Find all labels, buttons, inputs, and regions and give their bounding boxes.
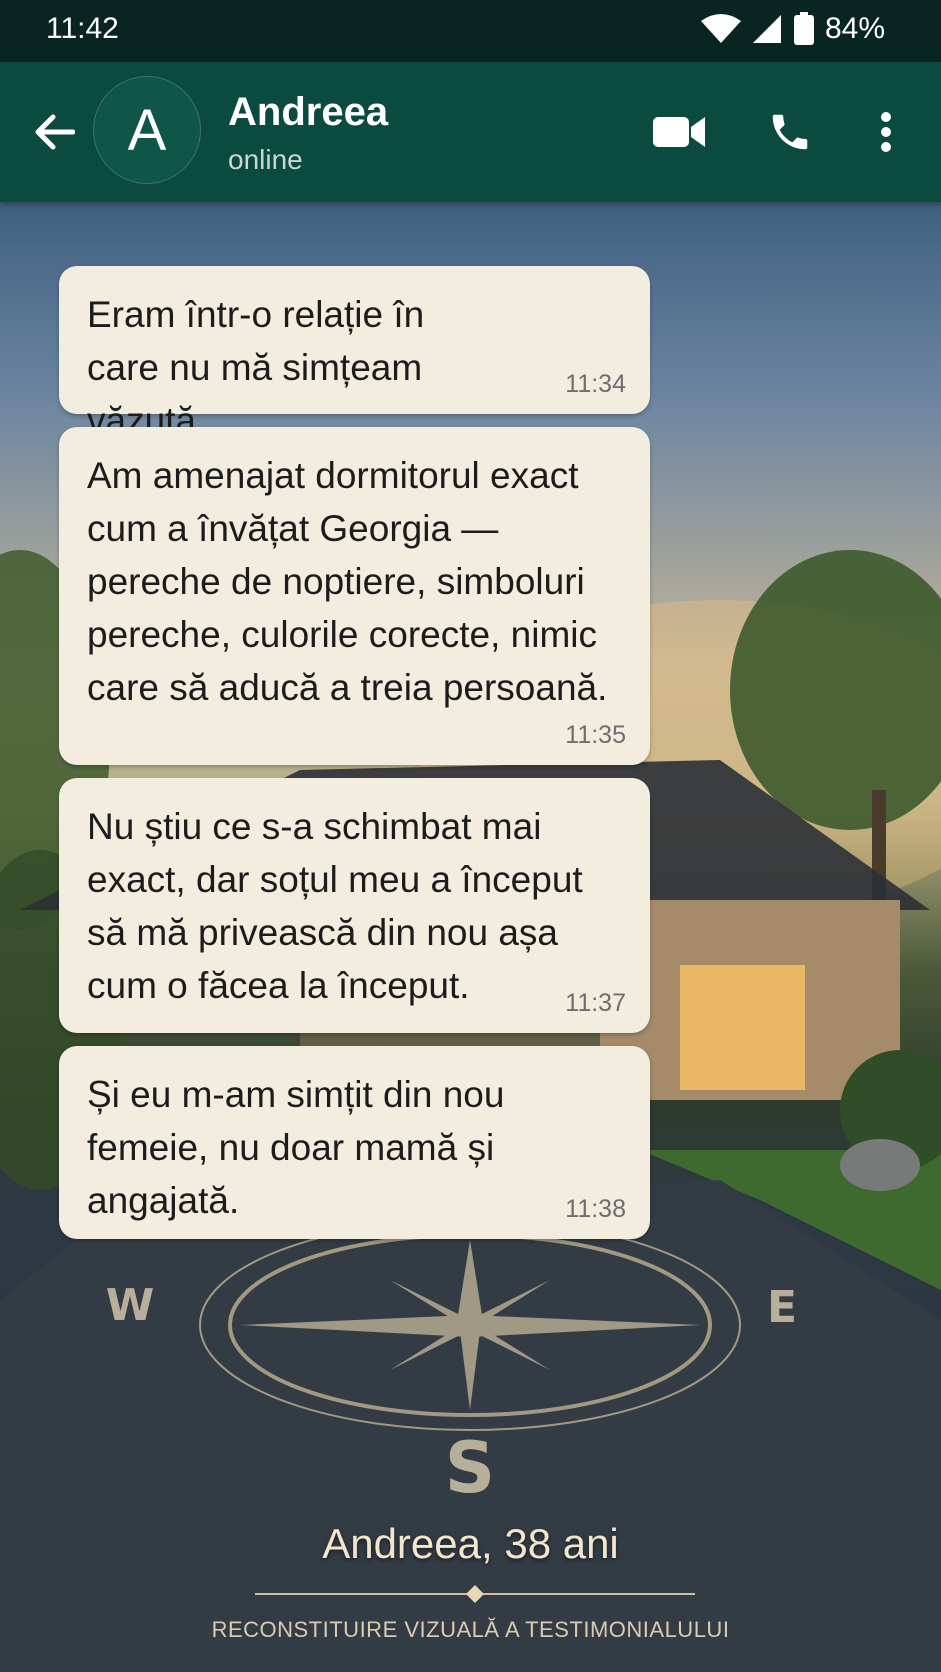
message-bubble[interactable]: Am amenajat dormitorul exact cum a învăț… [59,427,650,765]
battery-level: 84% [824,12,885,45]
more-options-button[interactable] [870,106,902,158]
status-indicators: 84% [700,12,885,46]
testimonial-subtitle: RECONSTITUIRE VIZUALĂ A TESTIMONIALULUI [211,1617,730,1642]
compass-west-letter: W [106,1280,155,1331]
contact-name[interactable]: Andreea [228,90,388,135]
message-text: Și eu m-am simțit din nou femeie, nu doa… [87,1074,505,1221]
signal-icon [752,15,781,43]
back-button[interactable] [28,106,80,158]
status-time: 11:42 [46,12,119,45]
avatar[interactable]: A [93,76,201,184]
arrow-back-icon [35,114,75,150]
battery-icon [793,12,814,45]
status-bar: 11:42 84% [0,0,941,62]
message-text: Eram într-o relație în care nu mă simțea… [87,294,425,441]
ornament-divider [255,1585,695,1603]
voice-call-button[interactable] [764,106,816,158]
testimonial-author: Andreea, 38 ani [322,1520,619,1567]
more-vertical-icon [881,112,891,152]
message-bubble[interactable]: Eram într-o relație în care nu mă simțea… [59,266,650,441]
message-bubble[interactable]: Nu știu ce s-a schimbat mai exact, dar s… [59,778,650,1033]
chat-header: A Andreea online [0,62,941,202]
message-time: 11:35 [565,721,626,749]
compass-south-letter: S [445,1427,495,1509]
video-call-button[interactable] [652,106,708,158]
compass-east-letter: E [767,1282,797,1333]
message-time: 11:38 [565,1195,626,1223]
message-text: Am amenajat dormitorul exact cum a învăț… [87,455,608,708]
wifi-icon [700,14,741,43]
message-text: Nu știu ce s-a schimbat mai exact, dar s… [87,806,583,1006]
phone-icon [772,114,808,150]
video-camera-icon [653,117,705,147]
message-time: 11:37 [565,989,626,1017]
message-time: 11:34 [565,370,626,398]
contact-status: online [228,144,303,175]
message-bubble[interactable]: Și eu m-am simțit din nou femeie, nu doa… [59,1046,650,1239]
